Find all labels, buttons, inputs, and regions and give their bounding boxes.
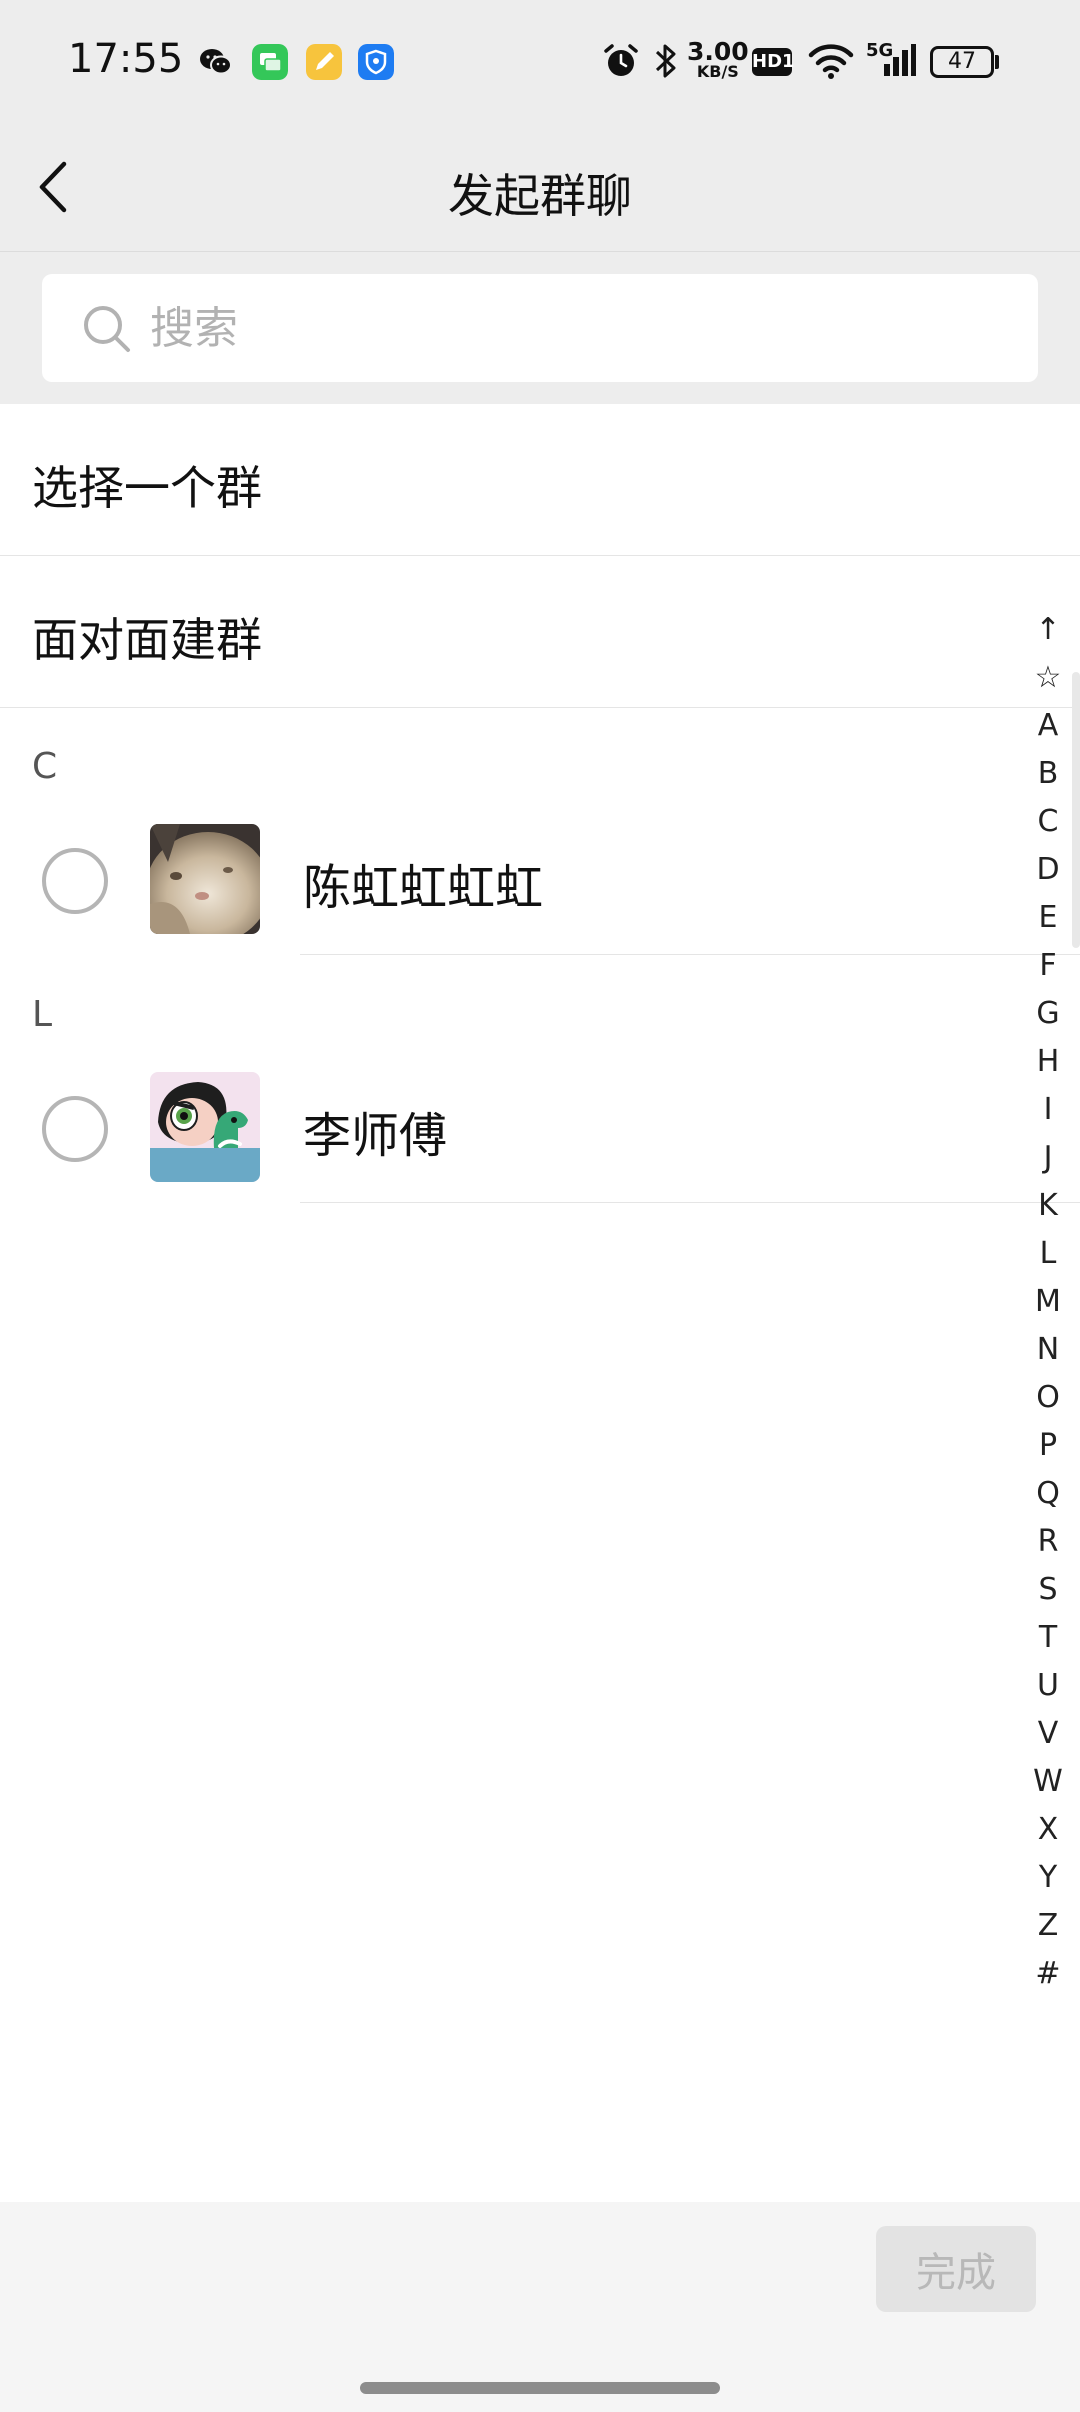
divider <box>300 1202 1080 1203</box>
scroll-indicator[interactable] <box>1072 672 1080 948</box>
index-letter[interactable]: G <box>1026 990 1070 1038</box>
battery-tip <box>995 55 999 69</box>
divider <box>0 707 1080 708</box>
index-letter[interactable]: B <box>1026 750 1070 798</box>
index-letter[interactable]: M <box>1026 1278 1070 1326</box>
messages-icon <box>252 44 288 80</box>
contact-row[interactable]: 陈虹虹虹虹 <box>0 824 1040 1072</box>
face-to-face-label: 面对面建群 <box>32 613 262 667</box>
index-letter[interactable]: # <box>1026 1950 1070 1998</box>
home-indicator[interactable] <box>360 2382 720 2394</box>
alphabet-index-bar[interactable]: ↑ ☆ A B C D E F G H I J K L M N O P Q R S T U V W X Y Z # <box>1026 606 1070 1998</box>
contact-row[interactable]: 李师傅 <box>0 1072 1040 1320</box>
done-button[interactable]: 完成 <box>876 2226 1036 2312</box>
network-speed: 3.00 KB/S <box>687 37 749 81</box>
search-area <box>0 252 1080 404</box>
index-letter[interactable]: L <box>1026 1230 1070 1278</box>
index-letter[interactable]: ☆ <box>1026 654 1070 702</box>
index-letter[interactable]: E <box>1026 894 1070 942</box>
search-box[interactable] <box>42 274 1038 382</box>
face-to-face-group-row[interactable]: 面对面建群 <box>0 556 1080 708</box>
index-letter[interactable]: K <box>1026 1182 1070 1230</box>
index-letter[interactable]: A <box>1026 702 1070 750</box>
divider <box>300 954 1080 955</box>
status-bar: 17:55 3.00 KB/S HD1 5G 47 <box>0 0 1080 122</box>
battery-icon: 47 <box>930 46 994 78</box>
select-group-label: 选择一个群 <box>32 461 262 515</box>
index-letter[interactable]: O <box>1026 1374 1070 1422</box>
hd-badge: HD1 <box>752 48 795 76</box>
index-letter[interactable]: D <box>1026 846 1070 894</box>
index-letter[interactable]: Q <box>1026 1470 1070 1518</box>
index-letter[interactable]: T <box>1026 1614 1070 1662</box>
select-group-row[interactable]: 选择一个群 <box>0 404 1080 556</box>
select-radio[interactable] <box>42 1096 108 1162</box>
index-letter[interactable]: C <box>1026 798 1070 846</box>
index-letter[interactable]: N <box>1026 1326 1070 1374</box>
cat-avatar <box>150 824 260 934</box>
search-icon <box>84 306 130 352</box>
wifi-icon <box>808 44 854 79</box>
wechat-icon <box>200 49 232 75</box>
signal-icon <box>884 44 916 76</box>
security-icon <box>358 44 394 80</box>
notes-icon <box>306 44 342 80</box>
cartoon-avatar <box>150 1072 260 1182</box>
index-letter[interactable]: ↑ <box>1026 606 1070 654</box>
section-header-c: C <box>32 746 58 787</box>
index-letter[interactable]: Y <box>1026 1854 1070 1902</box>
index-letter[interactable]: Z <box>1026 1902 1070 1950</box>
select-radio[interactable] <box>42 848 108 914</box>
index-letter[interactable]: U <box>1026 1662 1070 1710</box>
section-header-l: L <box>32 994 53 1035</box>
index-letter[interactable]: H <box>1026 1038 1070 1086</box>
index-letter[interactable]: P <box>1026 1422 1070 1470</box>
nav-bar: 发起群聊 <box>0 122 1080 252</box>
contact-name: 李师傅 <box>303 1108 448 1164</box>
search-input[interactable] <box>150 294 990 362</box>
alarm-icon <box>604 44 638 76</box>
status-time: 17:55 <box>68 36 184 82</box>
index-letter[interactable]: R <box>1026 1518 1070 1566</box>
page-title: 发起群聊 <box>448 169 632 223</box>
bluetooth-icon <box>655 44 676 78</box>
index-letter[interactable]: I <box>1026 1086 1070 1134</box>
index-letter[interactable]: J <box>1026 1134 1070 1182</box>
bottom-action-bar: 完成 <box>0 2202 1080 2362</box>
index-letter[interactable]: W <box>1026 1758 1070 1806</box>
index-letter[interactable]: S <box>1026 1566 1070 1614</box>
gesture-bar-area <box>0 2362 1080 2412</box>
index-letter[interactable]: F <box>1026 942 1070 990</box>
contact-name: 陈虹虹虹虹 <box>303 860 544 916</box>
index-letter[interactable]: X <box>1026 1806 1070 1854</box>
index-letter[interactable]: V <box>1026 1710 1070 1758</box>
